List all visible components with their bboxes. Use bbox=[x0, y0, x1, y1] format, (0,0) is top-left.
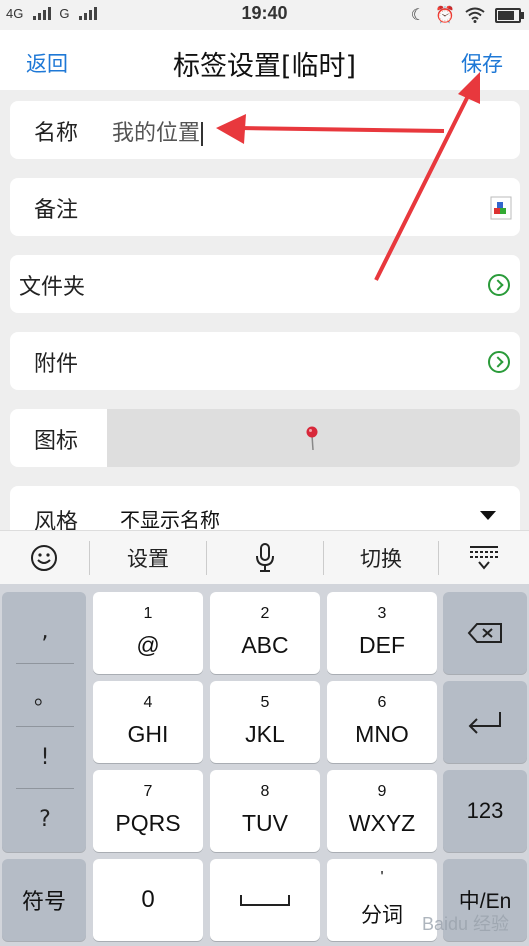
key-letters: MNO bbox=[355, 721, 409, 747]
space-key[interactable] bbox=[210, 859, 320, 941]
punct-key-period[interactable]: 。 bbox=[2, 664, 88, 726]
key-number: 6 bbox=[377, 694, 387, 711]
key-1[interactable]: 1 @ bbox=[93, 592, 203, 674]
numeric-key-label: 123 bbox=[466, 798, 504, 823]
key-letters: DEF bbox=[359, 632, 405, 658]
key-2[interactable]: 2 ABC bbox=[210, 592, 320, 674]
keyboard-toolbar: 设置 切换 bbox=[0, 530, 529, 585]
key-number: 1 bbox=[143, 605, 153, 622]
key-6[interactable]: 6 MNO bbox=[327, 681, 437, 763]
enter-key[interactable] bbox=[443, 681, 527, 763]
switch-keyboard-button[interactable]: 切换 bbox=[324, 531, 438, 585]
key-4[interactable]: 4 GHI bbox=[93, 681, 203, 763]
key-number: 9 bbox=[377, 783, 387, 800]
key-number: 7 bbox=[143, 783, 153, 800]
smiley-icon bbox=[31, 545, 57, 571]
key-5[interactable]: 5 JKL bbox=[210, 681, 320, 763]
symbols-key[interactable]: 符号 bbox=[2, 859, 86, 941]
word-split-symbol: ' bbox=[380, 869, 384, 886]
backspace-key[interactable] bbox=[443, 592, 527, 674]
voice-input-button[interactable] bbox=[207, 531, 323, 585]
key-letters: TUV bbox=[242, 810, 288, 836]
key-letters: WXYZ bbox=[348, 810, 416, 836]
punct-key-question[interactable]: ? bbox=[2, 788, 88, 850]
key-number: 8 bbox=[260, 783, 270, 800]
key-letters: JKL bbox=[245, 721, 285, 747]
key-number: 2 bbox=[260, 605, 270, 622]
microphone-icon bbox=[256, 543, 274, 572]
hide-keyboard-icon bbox=[470, 546, 498, 570]
key-9[interactable]: 9 WXYZ bbox=[327, 770, 437, 852]
word-split-label: 分词 bbox=[361, 903, 403, 927]
backspace-icon bbox=[443, 592, 527, 674]
key-number: 3 bbox=[377, 605, 387, 622]
t9-keyboard: , 。 ! ? 1 @ 2 ABC 3 DEF 4 GHI 5 JKL 6 MNO 7 PQR… bbox=[0, 584, 529, 946]
key-letters: GHI bbox=[127, 721, 169, 747]
symbols-key-label: 符号 bbox=[21, 890, 66, 915]
key-letters: PQRS bbox=[115, 810, 181, 836]
space-icon bbox=[210, 859, 320, 941]
punctuation-column: , 。 ! ? bbox=[2, 592, 86, 852]
punct-key-exclaim[interactable]: ! bbox=[2, 726, 88, 788]
key-0[interactable]: 0 bbox=[93, 859, 203, 941]
numeric-key[interactable]: 123 bbox=[443, 770, 527, 852]
key-letters: ABC bbox=[241, 632, 289, 658]
key-8[interactable]: 8 TUV bbox=[210, 770, 320, 852]
punct-key-comma[interactable]: , bbox=[2, 600, 88, 662]
key-7[interactable]: 7 PQRS bbox=[93, 770, 203, 852]
emoji-button[interactable] bbox=[0, 531, 88, 585]
key-zero-label: 0 bbox=[141, 886, 155, 913]
hide-keyboard-button[interactable] bbox=[439, 531, 529, 585]
keyboard-settings-button[interactable]: 设置 bbox=[90, 531, 206, 585]
key-letters: @ bbox=[136, 632, 160, 658]
key-number: 4 bbox=[143, 694, 153, 711]
key-3[interactable]: 3 DEF bbox=[327, 592, 437, 674]
enter-icon bbox=[443, 681, 527, 763]
word-split-key[interactable]: ' 分词 bbox=[327, 859, 437, 941]
baidu-watermark: Baidu 经验 bbox=[421, 914, 509, 934]
key-number: 5 bbox=[260, 694, 270, 711]
